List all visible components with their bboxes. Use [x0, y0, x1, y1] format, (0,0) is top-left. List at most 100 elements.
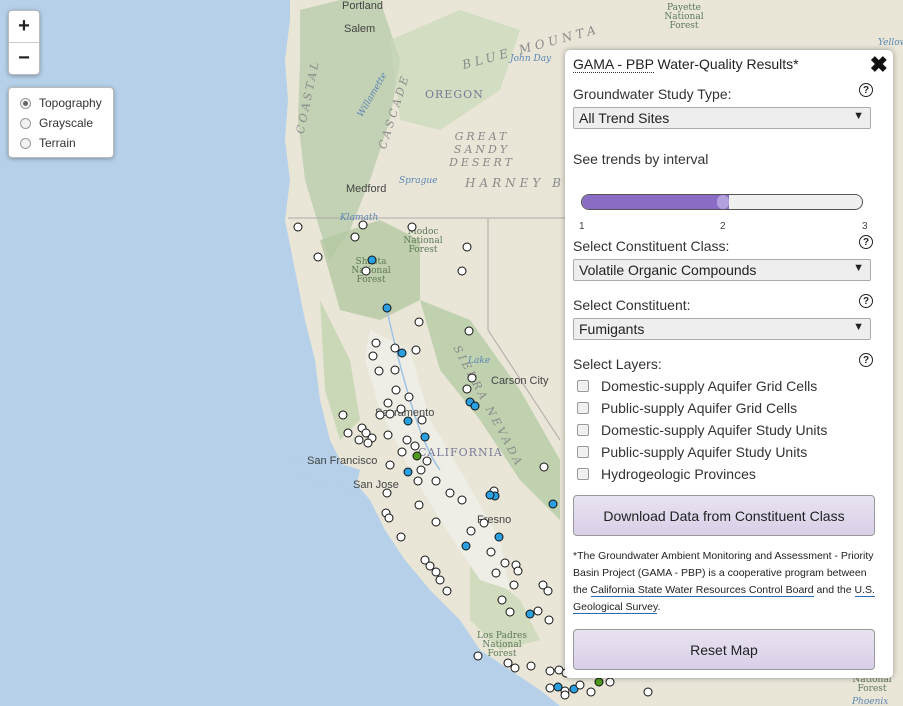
site-marker[interactable] [371, 338, 381, 348]
layer-domestic-grid-cells[interactable]: Domestic-supply Aquifer Grid Cells [577, 378, 817, 394]
radio-icon[interactable] [20, 137, 31, 149]
site-marker[interactable] [338, 410, 348, 420]
zoom-in-button[interactable]: + [9, 11, 39, 42]
checkbox[interactable] [577, 446, 589, 458]
site-marker[interactable] [560, 690, 570, 700]
site-marker[interactable] [382, 303, 392, 313]
help-icon[interactable]: ? [859, 294, 873, 308]
site-marker[interactable] [293, 222, 303, 232]
close-icon[interactable]: ✖ [870, 52, 888, 78]
site-marker[interactable] [486, 547, 496, 557]
site-marker[interactable] [544, 615, 554, 625]
help-icon[interactable]: ? [859, 83, 873, 97]
help-icon[interactable]: ? [859, 235, 873, 249]
site-marker[interactable] [358, 220, 368, 230]
checkbox[interactable] [577, 402, 589, 414]
site-marker[interactable] [457, 495, 467, 505]
site-marker[interactable] [368, 351, 378, 361]
basemap-option-grayscale[interactable]: Grayscale [9, 113, 113, 133]
site-marker[interactable] [462, 384, 472, 394]
site-marker[interactable] [543, 586, 553, 596]
site-marker[interactable] [467, 373, 477, 383]
checkbox[interactable] [577, 468, 589, 480]
site-marker[interactable] [391, 385, 401, 395]
site-marker[interactable] [473, 651, 483, 661]
site-marker[interactable] [513, 566, 523, 576]
site-marker[interactable] [367, 255, 377, 265]
site-marker[interactable] [403, 467, 413, 477]
site-marker[interactable] [363, 438, 373, 448]
site-marker[interactable] [390, 365, 400, 375]
layer-hydrogeologic-provinces[interactable]: Hydrogeologic Provinces [577, 466, 756, 482]
site-marker[interactable] [539, 462, 549, 472]
site-marker[interactable] [435, 575, 445, 585]
basemap-option-terrain[interactable]: Terrain [9, 133, 113, 153]
site-marker[interactable] [605, 677, 615, 687]
site-marker[interactable] [505, 607, 515, 617]
site-marker[interactable] [497, 595, 507, 605]
checkbox[interactable] [577, 424, 589, 436]
site-marker[interactable] [354, 435, 364, 445]
site-marker[interactable] [383, 430, 393, 440]
site-marker[interactable] [397, 348, 407, 358]
site-marker[interactable] [375, 410, 385, 420]
site-marker[interactable] [422, 456, 432, 466]
radio-icon[interactable] [20, 117, 31, 129]
site-marker[interactable] [404, 392, 414, 402]
site-marker[interactable] [343, 428, 353, 438]
site-marker[interactable] [396, 532, 406, 542]
site-marker[interactable] [350, 232, 360, 242]
site-marker[interactable] [500, 558, 510, 568]
site-marker[interactable] [445, 488, 455, 498]
site-marker[interactable] [397, 447, 407, 457]
site-marker[interactable] [412, 451, 422, 461]
site-marker[interactable] [431, 517, 441, 527]
site-marker[interactable] [470, 401, 480, 411]
site-marker[interactable] [494, 532, 504, 542]
radio-icon[interactable] [20, 97, 31, 109]
site-marker[interactable] [420, 432, 430, 442]
site-marker[interactable] [643, 687, 653, 697]
reset-map-button[interactable]: Reset Map [573, 629, 875, 670]
site-marker[interactable] [491, 568, 501, 578]
site-marker[interactable] [526, 661, 536, 671]
site-marker[interactable] [413, 476, 423, 486]
site-marker[interactable] [509, 580, 519, 590]
help-icon[interactable]: ? [859, 353, 873, 367]
site-marker[interactable] [431, 476, 441, 486]
layer-domestic-study-units[interactable]: Domestic-supply Aquifer Study Units [577, 422, 827, 438]
site-marker[interactable] [384, 513, 394, 523]
site-marker[interactable] [485, 490, 495, 500]
site-marker[interactable] [411, 345, 421, 355]
site-marker[interactable] [575, 680, 585, 690]
site-marker[interactable] [466, 526, 476, 536]
site-marker[interactable] [416, 465, 426, 475]
study-type-select[interactable]: All Trend Sites ▼ [573, 107, 871, 129]
site-marker[interactable] [414, 500, 424, 510]
site-marker[interactable] [510, 663, 520, 673]
site-marker[interactable] [410, 441, 420, 451]
constituent-select[interactable]: Fumigants ▼ [573, 318, 871, 340]
site-marker[interactable] [594, 677, 604, 687]
site-marker[interactable] [374, 366, 384, 376]
site-marker[interactable] [383, 398, 393, 408]
site-marker[interactable] [385, 460, 395, 470]
site-marker[interactable] [545, 666, 555, 676]
site-marker[interactable] [417, 415, 427, 425]
site-marker[interactable] [586, 687, 596, 697]
layer-public-grid-cells[interactable]: Public-supply Aquifer Grid Cells [577, 400, 797, 416]
site-marker[interactable] [407, 222, 417, 232]
site-marker[interactable] [545, 683, 555, 693]
interval-slider-handle[interactable] [717, 195, 729, 209]
site-marker[interactable] [479, 518, 489, 528]
site-marker[interactable] [385, 409, 395, 419]
site-marker[interactable] [396, 404, 406, 414]
download-data-button[interactable]: Download Data from Constituent Class [573, 495, 875, 536]
basemap-option-topography[interactable]: Topography [9, 93, 113, 113]
site-marker[interactable] [533, 606, 543, 616]
layer-public-study-units[interactable]: Public-supply Aquifer Study Units [577, 444, 807, 460]
site-marker[interactable] [464, 326, 474, 336]
site-marker[interactable] [403, 416, 413, 426]
site-marker[interactable] [382, 488, 392, 498]
zoom-out-button[interactable]: − [9, 42, 39, 74]
